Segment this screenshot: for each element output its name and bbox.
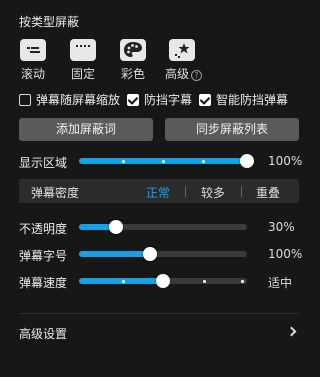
density-separator (241, 186, 242, 197)
opacity-value: 30% (268, 220, 295, 234)
filter-advanced-text: 高级 (165, 67, 190, 81)
danmaku-settings-panel: 按类型屏蔽 滚动 固定 彩色 高级 ? 弹幕随屏幕缩放 防挡字幕 智能防挡弹幕 … (0, 0, 320, 377)
display-area-slider[interactable] (79, 154, 254, 168)
filter-advanced-label: 高级? (165, 65, 209, 82)
scale-with-screen-checkbox[interactable] (19, 93, 31, 106)
font-size-fill (79, 251, 150, 257)
speed-slider[interactable] (79, 274, 247, 288)
scale-with-screen-label[interactable]: 弹幕随屏幕缩放 (36, 91, 120, 108)
density-selector: 弹幕密度 正常 较多 重叠 (19, 179, 299, 203)
sync-block-list-button[interactable]: 同步屏蔽列表 (165, 118, 299, 141)
density-option-normal[interactable]: 正常 (146, 184, 170, 201)
display-area-tick (162, 159, 165, 163)
density-separator (185, 186, 186, 197)
fixed-danmaku-icon (70, 39, 96, 61)
palette-icon (120, 39, 146, 61)
advanced-settings-label: 高级设置 (19, 327, 68, 341)
smart-avoid-label[interactable]: 智能防挡弹幕 (216, 91, 288, 108)
speed-tick (203, 279, 206, 283)
avoid-subtitle-label[interactable]: 防挡字幕 (144, 91, 192, 108)
filter-fixed-label: 固定 (70, 67, 95, 81)
filter-scroll-button[interactable]: 滚动 (15, 39, 51, 82)
density-option-overlap[interactable]: 重叠 (256, 184, 280, 201)
speed-tick (122, 279, 125, 283)
scroll-danmaku-icon (20, 39, 46, 61)
opacity-slider[interactable] (79, 220, 247, 234)
type-filter-title: 按类型屏蔽 (19, 15, 80, 29)
speed-label: 弹幕速度 (19, 276, 68, 290)
filter-scroll-label: 滚动 (20, 67, 45, 81)
chevron-right-icon (286, 326, 297, 337)
options-checkbox-row: 弹幕随屏幕缩放 防挡字幕 智能防挡弹幕 (19, 91, 295, 108)
display-area-knob[interactable] (240, 154, 254, 168)
filter-color-button[interactable]: 彩色 (115, 39, 151, 82)
display-area-tick (202, 159, 205, 163)
opacity-knob[interactable] (109, 220, 123, 234)
density-label: 弹幕密度 (31, 186, 80, 200)
font-size-knob[interactable] (143, 247, 157, 261)
display-area-tick (122, 159, 125, 163)
density-option-more[interactable]: 较多 (201, 184, 225, 201)
filter-fixed-button[interactable]: 固定 (65, 39, 101, 82)
divider (19, 313, 299, 314)
display-area-label: 显示区域 (19, 156, 68, 170)
font-size-slider[interactable] (79, 247, 247, 261)
speed-tick (241, 279, 244, 283)
font-size-label: 弹幕字号 (19, 249, 68, 263)
font-size-value: 100% (268, 247, 303, 261)
display-area-value: 100% (268, 154, 303, 168)
speed-knob[interactable] (156, 274, 170, 288)
speed-value: 适中 (268, 276, 293, 290)
help-icon[interactable]: ? (191, 70, 203, 81)
add-block-word-button[interactable]: 添加屏蔽词 (19, 118, 153, 141)
opacity-label: 不透明度 (19, 222, 68, 236)
advanced-settings-row[interactable]: 高级设置 (19, 324, 299, 342)
filter-color-label: 彩色 (120, 67, 145, 81)
advanced-danmaku-icon (169, 39, 195, 61)
speed-fill (79, 278, 163, 284)
avoid-subtitle-checkbox[interactable] (127, 93, 140, 106)
smart-avoid-checkbox[interactable] (199, 93, 212, 106)
filter-advanced-button[interactable]: 高级? (165, 39, 209, 82)
